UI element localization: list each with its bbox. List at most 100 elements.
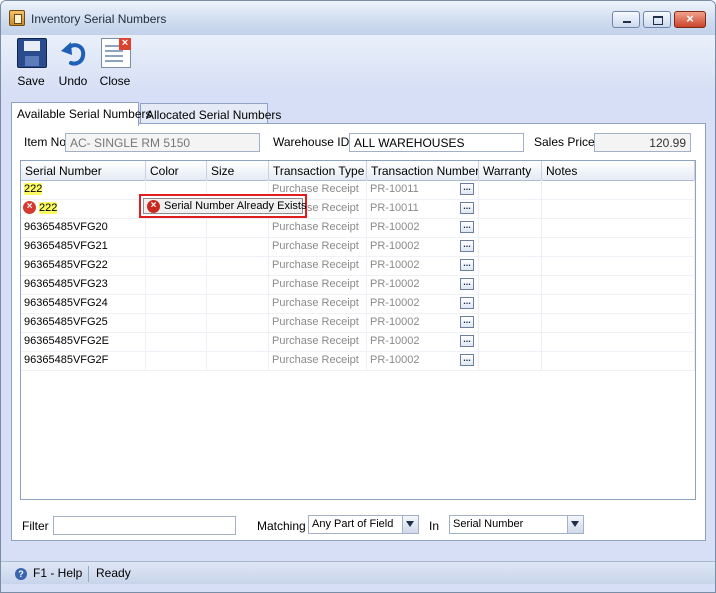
notes-cell[interactable] <box>542 218 695 237</box>
lookup-ellipsis-button[interactable]: ... <box>460 221 474 233</box>
transaction-number-cell[interactable]: PR-10002... <box>367 313 479 332</box>
undo-button[interactable]: Undo <box>54 37 92 89</box>
lookup-ellipsis-button[interactable]: ... <box>460 316 474 328</box>
table-row[interactable]: 96365485VFG23 Purchase Receipt PR-10002... <box>21 275 695 295</box>
transaction-type-cell[interactable]: Purchase Receipt <box>269 237 367 256</box>
color-cell[interactable] <box>146 237 207 256</box>
size-cell[interactable] <box>207 313 269 332</box>
warranty-cell[interactable] <box>479 256 542 275</box>
item-no-field[interactable]: AC- SINGLE RM 5150 <box>65 133 260 152</box>
lookup-ellipsis-button[interactable]: ... <box>460 354 474 366</box>
table-row[interactable]: 96365485VFG25 Purchase Receipt PR-10002... <box>21 313 695 333</box>
in-select[interactable]: Serial Number <box>449 515 584 534</box>
sales-price-field[interactable]: 120.99 <box>594 133 691 152</box>
notes-cell[interactable] <box>542 180 695 199</box>
serial-number-cell[interactable]: 96365485VFG20 <box>21 218 146 237</box>
serial-number-cell[interactable]: 96365485VFG25 <box>21 313 146 332</box>
serial-number-cell[interactable]: 96365485VFG24 <box>21 294 146 313</box>
notes-cell[interactable] <box>542 351 695 370</box>
size-cell[interactable] <box>207 294 269 313</box>
lookup-ellipsis-button[interactable]: ... <box>460 202 474 214</box>
warranty-cell[interactable] <box>479 351 542 370</box>
size-cell[interactable] <box>207 332 269 351</box>
column-header-notes[interactable]: Notes <box>542 161 695 180</box>
lookup-ellipsis-button[interactable]: ... <box>460 240 474 252</box>
size-cell[interactable] <box>207 237 269 256</box>
warranty-cell[interactable] <box>479 180 542 199</box>
transaction-number-cell[interactable]: PR-10002... <box>367 256 479 275</box>
lookup-ellipsis-button[interactable]: ... <box>460 278 474 290</box>
color-cell[interactable] <box>146 275 207 294</box>
minimize-button[interactable] <box>612 11 640 28</box>
column-header-transaction-number[interactable]: Transaction Number <box>367 161 479 180</box>
color-cell[interactable] <box>146 351 207 370</box>
color-cell[interactable] <box>146 294 207 313</box>
warranty-cell[interactable] <box>479 218 542 237</box>
color-cell[interactable] <box>146 313 207 332</box>
column-header-serial-number[interactable]: Serial Number <box>21 161 146 180</box>
column-header-transaction-type[interactable]: Transaction Type <box>269 161 367 180</box>
close-button[interactable]: Close <box>96 37 134 89</box>
transaction-number-cell[interactable]: PR-10002... <box>367 218 479 237</box>
size-cell[interactable] <box>207 275 269 294</box>
notes-cell[interactable] <box>542 237 695 256</box>
transaction-type-cell[interactable]: Purchase Receipt <box>269 332 367 351</box>
table-row[interactable]: 96365485VFG2F Purchase Receipt PR-10002... <box>21 351 695 371</box>
lookup-ellipsis-button[interactable]: ... <box>460 259 474 271</box>
serial-number-cell[interactable]: 222 <box>21 180 146 199</box>
tab-allocated-serial-numbers[interactable]: Allocated Serial Numbers <box>140 103 281 125</box>
color-cell[interactable] <box>146 332 207 351</box>
table-row[interactable]: 96365485VFG24 Purchase Receipt PR-10002... <box>21 294 695 314</box>
table-row[interactable]: 96365485VFG20 Purchase Receipt PR-10002... <box>21 218 695 238</box>
transaction-number-cell[interactable]: PR-10011... <box>367 180 479 199</box>
notes-cell[interactable] <box>542 275 695 294</box>
warranty-cell[interactable] <box>479 313 542 332</box>
transaction-number-cell[interactable]: PR-10002... <box>367 275 479 294</box>
serial-number-cell[interactable]: 96365485VFG2E <box>21 332 146 351</box>
table-row[interactable]: 96365485VFG21 Purchase Receipt PR-10002... <box>21 237 695 257</box>
serial-numbers-grid[interactable]: Serial Number Color Size Transaction Type Tr… <box>20 160 696 500</box>
tab-available-serial-numbers[interactable]: Available Serial Numbers <box>11 102 152 126</box>
column-header-warranty[interactable]: Warranty <box>479 161 542 180</box>
lookup-ellipsis-button[interactable]: ... <box>460 335 474 347</box>
table-row[interactable]: × 222 Purchase Receipt PR-10011... <box>21 199 695 219</box>
warranty-cell[interactable] <box>479 199 542 218</box>
transaction-type-cell[interactable]: Purchase Receipt <box>269 313 367 332</box>
lookup-ellipsis-button[interactable]: ... <box>460 297 474 309</box>
warranty-cell[interactable] <box>479 294 542 313</box>
serial-number-cell[interactable]: × 222 <box>21 199 146 218</box>
notes-cell[interactable] <box>542 294 695 313</box>
window-close-button[interactable]: × <box>674 11 706 28</box>
serial-number-cell[interactable]: 96365485VFG22 <box>21 256 146 275</box>
transaction-type-cell[interactable]: Purchase Receipt <box>269 294 367 313</box>
transaction-number-cell[interactable]: PR-10011... <box>367 199 479 218</box>
column-header-size[interactable]: Size <box>207 161 269 180</box>
size-cell[interactable] <box>207 351 269 370</box>
transaction-type-cell[interactable]: Purchase Receipt <box>269 351 367 370</box>
warranty-cell[interactable] <box>479 275 542 294</box>
transaction-type-cell[interactable]: Purchase Receipt <box>269 256 367 275</box>
table-row[interactable]: 96365485VFG2E Purchase Receipt PR-10002... <box>21 332 695 352</box>
serial-number-cell[interactable]: 96365485VFG23 <box>21 275 146 294</box>
help-text[interactable]: F1 - Help <box>33 566 82 580</box>
notes-cell[interactable] <box>542 199 695 218</box>
matching-select[interactable]: Any Part of Field <box>308 515 419 534</box>
transaction-number-cell[interactable]: PR-10002... <box>367 294 479 313</box>
notes-cell[interactable] <box>542 256 695 275</box>
notes-cell[interactable] <box>542 332 695 351</box>
table-row[interactable]: 222 Purchase Receipt PR-10011... <box>21 180 695 200</box>
size-cell[interactable] <box>207 256 269 275</box>
color-cell[interactable] <box>146 218 207 237</box>
lookup-ellipsis-button[interactable]: ... <box>460 183 474 195</box>
color-cell[interactable] <box>146 256 207 275</box>
warranty-cell[interactable] <box>479 332 542 351</box>
warranty-cell[interactable] <box>479 237 542 256</box>
transaction-number-cell[interactable]: PR-10002... <box>367 332 479 351</box>
maximize-button[interactable] <box>643 11 671 28</box>
column-header-color[interactable]: Color <box>146 161 207 180</box>
size-cell[interactable] <box>207 218 269 237</box>
transaction-type-cell[interactable]: Purchase Receipt <box>269 218 367 237</box>
transaction-type-cell[interactable]: Purchase Receipt <box>269 275 367 294</box>
transaction-number-cell[interactable]: PR-10002... <box>367 351 479 370</box>
warehouse-id-field[interactable]: ALL WAREHOUSES <box>349 133 524 152</box>
